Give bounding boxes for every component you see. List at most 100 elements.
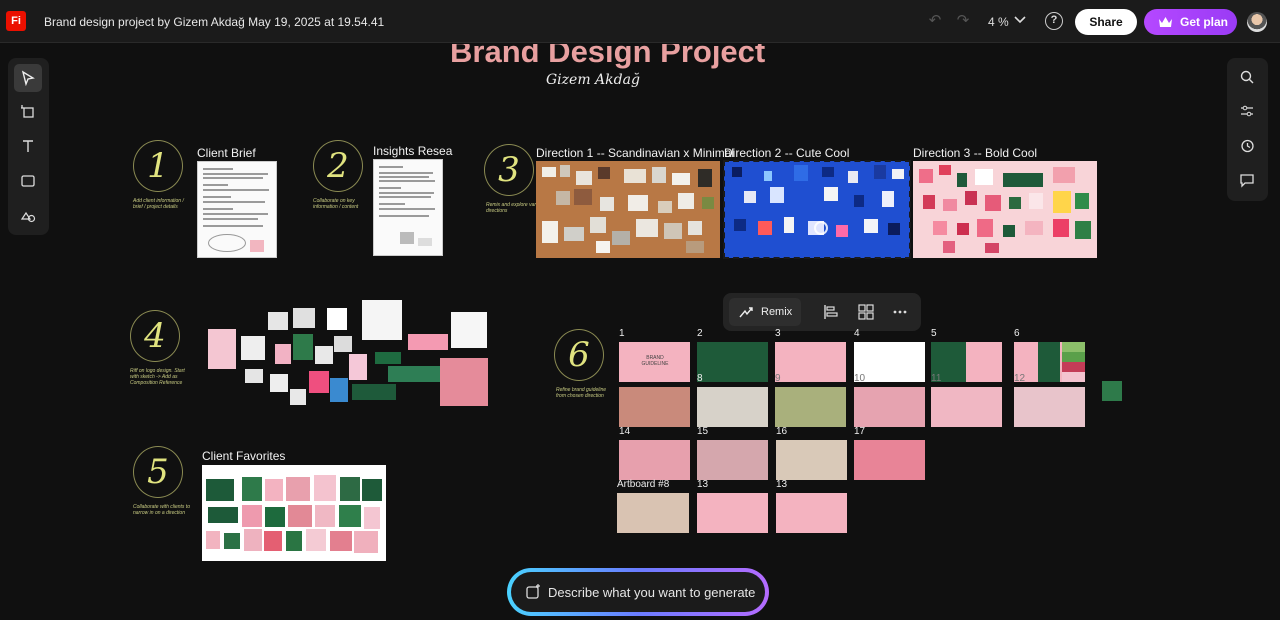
artboard[interactable] (854, 387, 925, 427)
logo-sketch[interactable] (270, 374, 288, 392)
board-title[interactable]: Brand Design Project (450, 44, 765, 70)
board-byline[interactable]: Gizem Akdağ (546, 72, 640, 88)
logo-sketch[interactable] (293, 308, 315, 328)
document-title[interactable]: Brand design project by Gizem Akdağ May … (44, 15, 384, 29)
artboard-label[interactable]: 3 (775, 328, 781, 339)
logo-sketch[interactable] (245, 369, 263, 383)
chevron-down-icon[interactable] (1013, 12, 1027, 26)
logo-sketch[interactable] (327, 308, 347, 330)
user-avatar[interactable] (1247, 12, 1267, 32)
align-icon[interactable] (823, 304, 839, 320)
step-5-circle[interactable]: 5 (133, 446, 183, 498)
artboard-label[interactable]: 10 (854, 373, 865, 384)
logo-sketch[interactable] (241, 336, 265, 360)
redo-icon[interactable]: ↷ (954, 12, 972, 30)
step-3-circle[interactable]: 3 (484, 144, 534, 196)
artboard[interactable] (854, 440, 925, 480)
generate-prompt-placeholder[interactable]: Describe what you want to generate (548, 585, 755, 600)
step-5-note: Collaborate with clients to narrow in on… (133, 504, 190, 516)
direction-1-board[interactable] (536, 161, 720, 258)
selection-context-menu: Remix (723, 293, 921, 331)
client-favorites-label[interactable]: Client Favorites (202, 449, 285, 463)
step-1-note: Add client information / brief / project… (133, 198, 184, 210)
logo-sketch[interactable] (451, 312, 487, 348)
artboard-label[interactable]: 15 (697, 426, 708, 437)
direction-2-board-selected[interactable] (723, 160, 911, 259)
artboard[interactable] (775, 387, 846, 427)
logo-sketch[interactable] (293, 334, 313, 360)
step-4-circle[interactable]: 4 (130, 310, 180, 362)
artboard-label[interactable]: Artboard #8 (617, 479, 669, 490)
artboard[interactable] (931, 387, 1002, 427)
top-bar: Fi Brand design project by Gizem Akdağ M… (0, 0, 1280, 43)
logo-sketch[interactable] (352, 384, 396, 400)
artboard[interactable] (697, 493, 768, 533)
logo-sketch[interactable] (440, 358, 488, 406)
artboard-label[interactable]: 2 (697, 328, 703, 339)
step-1-circle[interactable]: 1 (133, 140, 183, 192)
artboard[interactable] (697, 387, 768, 427)
canvas[interactable]: Brand Design Project Gizem Akdağ 1 Add c… (0, 44, 1280, 620)
arrange-grid-icon[interactable] (858, 304, 874, 320)
share-button[interactable]: Share (1075, 9, 1137, 35)
artboard[interactable] (775, 342, 846, 382)
logo-sketch[interactable] (290, 389, 306, 405)
more-options-icon[interactable] (892, 304, 908, 320)
logo-sketch[interactable] (309, 371, 329, 393)
help-icon[interactable]: ? (1045, 12, 1063, 30)
insights-document[interactable] (373, 159, 443, 256)
artboard-label[interactable]: 8 (697, 373, 703, 384)
app-logo[interactable]: Fi (6, 11, 26, 31)
get-plan-button[interactable]: Get plan (1144, 9, 1237, 35)
logo-sketch[interactable] (268, 312, 288, 330)
direction-3-label[interactable]: Direction 3 -- Bold Cool (913, 146, 1037, 160)
artboard[interactable] (776, 440, 847, 480)
artboard-label[interactable]: 11 (931, 373, 941, 384)
logo-sketch[interactable] (334, 336, 352, 352)
artboard[interactable] (1102, 381, 1122, 401)
logo-sketch[interactable] (349, 354, 367, 380)
artboard-label[interactable]: 12 (1014, 373, 1025, 384)
undo-icon[interactable]: ↶ (926, 12, 944, 30)
artboard-label[interactable]: 16 (776, 426, 787, 437)
direction-2-label[interactable]: Direction 2 -- Cute Cool (724, 146, 849, 160)
direction-3-board[interactable] (913, 161, 1097, 258)
remix-button[interactable]: Remix (729, 298, 801, 326)
client-favorites-board[interactable] (202, 465, 386, 561)
logo-sketch[interactable] (375, 352, 401, 364)
artboard[interactable] (619, 387, 690, 427)
artboard[interactable] (1014, 387, 1085, 427)
logo-sketch[interactable] (330, 378, 348, 402)
direction-1-label[interactable]: Direction 1 -- Scandinavian x Minimal (536, 146, 734, 160)
insights-label[interactable]: Insights Resea (373, 144, 452, 158)
brand-guideline-text: BRAND GUIDELINE (641, 355, 669, 367)
artboard-label[interactable]: 5 (931, 328, 937, 339)
step-6-circle[interactable]: 6 (554, 329, 604, 381)
artboard-label[interactable]: 13 (776, 479, 787, 490)
artboard-label[interactable]: 14 (619, 426, 630, 437)
step-4-note: Riff on logo design. Start with sketch -… (130, 368, 185, 386)
logo-sketch[interactable] (408, 334, 448, 350)
logo-sketch[interactable] (388, 366, 440, 382)
logo-sketch[interactable] (275, 344, 291, 364)
artboard-label[interactable]: 1 (619, 328, 625, 339)
artboard[interactable] (776, 493, 847, 533)
zoom-level[interactable]: 4 % (988, 15, 1009, 29)
artboard-brand-guideline[interactable]: BRAND GUIDELINE (619, 342, 690, 382)
artboard[interactable] (697, 440, 768, 480)
logo-sketch[interactable] (362, 300, 402, 340)
artboard[interactable] (617, 493, 689, 533)
artboard-label[interactable]: 13 (697, 479, 708, 490)
client-brief-document[interactable] (197, 161, 277, 258)
logo-sketch[interactable] (315, 346, 333, 364)
logo-sketch[interactable] (208, 329, 236, 369)
artboard-label[interactable]: 17 (854, 426, 865, 437)
artboard[interactable] (931, 342, 1002, 382)
artboard[interactable] (697, 342, 768, 382)
artboard-label[interactable]: 9 (775, 373, 781, 384)
client-brief-label[interactable]: Client Brief (197, 146, 256, 160)
artboard-label[interactable]: 6 (1014, 328, 1020, 339)
artboard-label[interactable]: 4 (854, 328, 860, 339)
artboard[interactable] (619, 440, 690, 480)
step-2-circle[interactable]: 2 (313, 140, 363, 192)
